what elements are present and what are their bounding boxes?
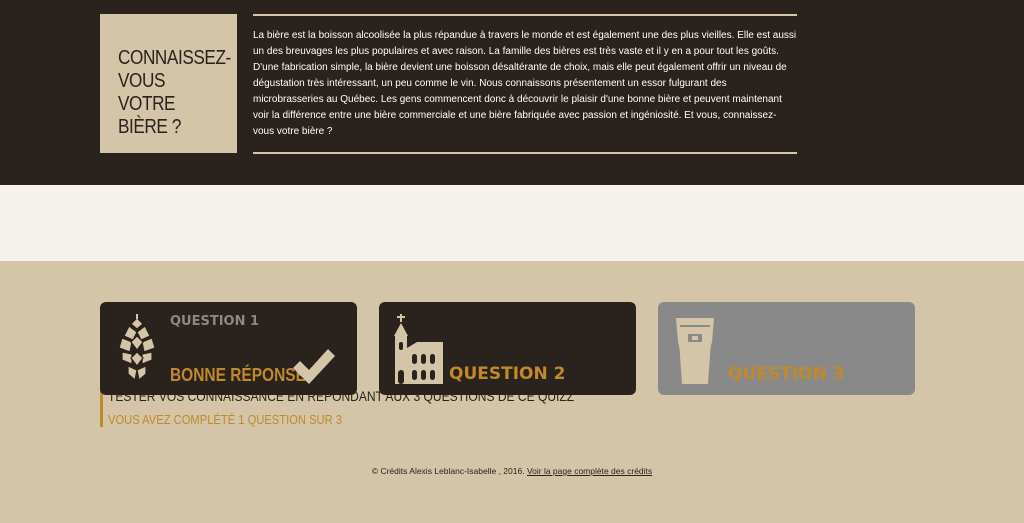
pint-glass-icon [676, 318, 714, 384]
question-3-label: QUESTION 3 [728, 364, 845, 384]
checkmark-icon [293, 349, 335, 384]
header-section: CONNAISSEZ-VOUS VOTRE BIÈRE ? La bière e… [0, 0, 1024, 185]
church-icon [394, 314, 443, 384]
credits-link[interactable]: Voir la page complète des crédits [527, 466, 652, 476]
intro-block: La bière est la boisson alcoolisée la pl… [253, 14, 797, 154]
page-title: CONNAISSEZ-VOUS VOTRE BIÈRE ? [118, 47, 231, 138]
title-box: CONNAISSEZ-VOUS VOTRE BIÈRE ? [100, 14, 237, 153]
intro-text: La bière est la boisson alcoolisée la pl… [253, 30, 797, 137]
question-1-label: QUESTION 1 [170, 314, 260, 329]
quiz-progress: VOUS AVEZ COMPLÉTÉ 1 QUESTION SUR 3 [108, 412, 343, 427]
question-3-card[interactable]: QUESTION 3 [658, 302, 915, 395]
question-2-card[interactable]: QUESTION 2 [379, 302, 636, 395]
footer-credits: © Crédits Alexis Leblanc-Isabelle , 2016… [371, 466, 525, 476]
question-1-card[interactable]: QUESTION 1 BONNE RÉPONSE [100, 302, 357, 395]
question-2-label: QUESTION 2 [449, 364, 566, 384]
question-1-result: BONNE RÉPONSE [170, 365, 306, 385]
footer: © Crédits Alexis Leblanc-Isabelle , 2016… [0, 466, 1024, 476]
hop-icon [118, 314, 156, 382]
